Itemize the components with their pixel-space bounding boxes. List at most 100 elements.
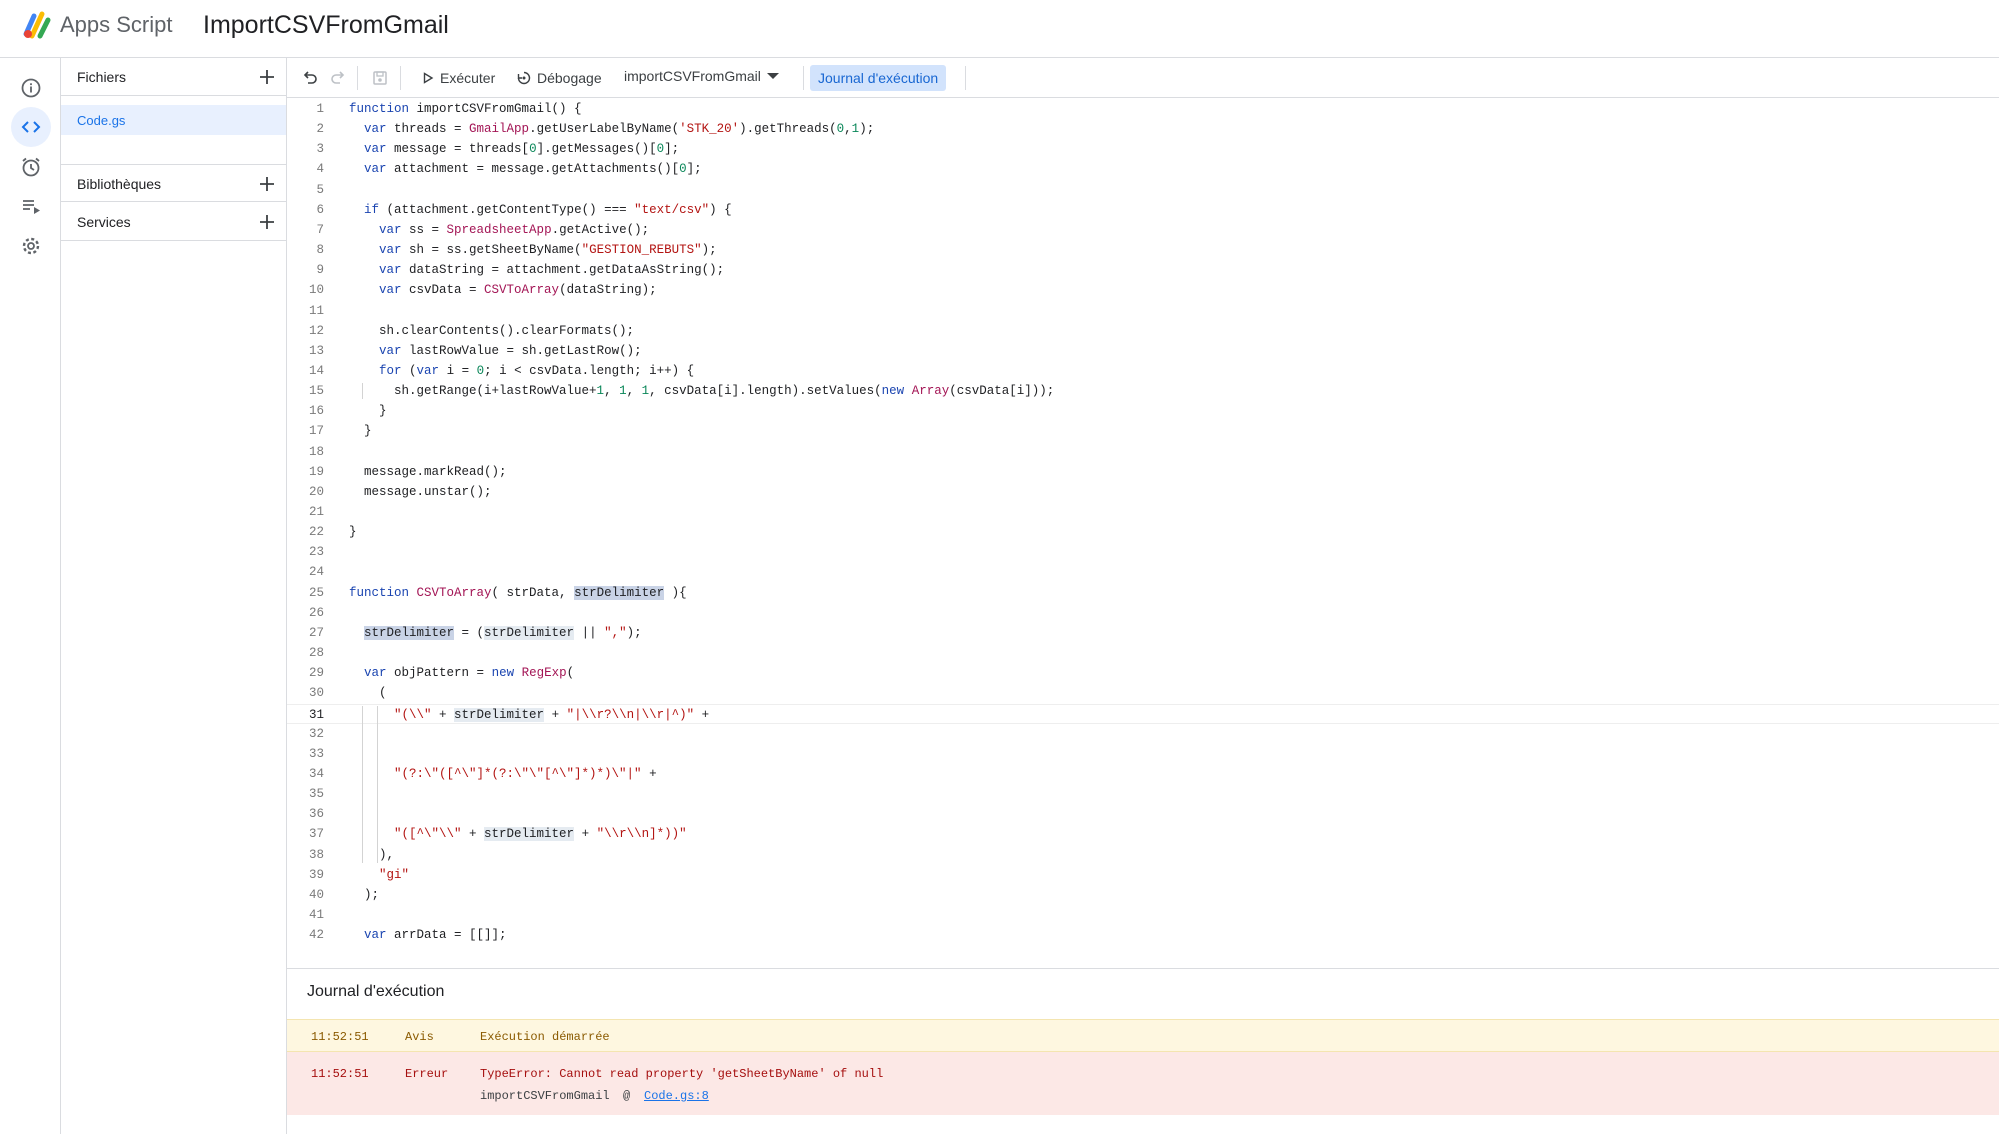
code-line[interactable]: 14 for (var i = 0; i < csvData.length; i… <box>287 361 1999 381</box>
log-entry: 11:52:51 Avis Exécution démarrée <box>287 1019 1999 1052</box>
code-line[interactable]: 33 <box>287 744 1999 764</box>
play-icon <box>423 72 434 84</box>
code-line[interactable]: 8 var sh = ss.getSheetByName("GESTION_RE… <box>287 240 1999 260</box>
code-line[interactable]: 32 <box>287 724 1999 744</box>
code-line[interactable]: 4 var attachment = message.getAttachment… <box>287 159 1999 179</box>
code-line[interactable]: 26 <box>287 603 1999 623</box>
code-line[interactable]: 24 <box>287 562 1999 582</box>
line-number: 11 <box>308 303 324 318</box>
run-button[interactable]: Exécuter <box>422 68 495 88</box>
line-number: 41 <box>308 908 324 922</box>
line-number: 36 <box>308 807 324 822</box>
executions-button[interactable] <box>11 186 51 226</box>
code-line[interactable]: 19 message.markRead(); <box>287 462 1999 482</box>
log-level: Avis <box>405 1030 434 1044</box>
line-number: 35 <box>308 787 324 802</box>
code-line[interactable]: 42 var arrData = [[]]; <box>287 925 1999 945</box>
code-line[interactable]: 38 ), <box>287 845 1999 865</box>
code-line[interactable]: 12 sh.clearContents().clearFormats(); <box>287 321 1999 341</box>
line-number: 2 <box>316 122 324 137</box>
add-library-icon[interactable] <box>256 173 278 195</box>
code-line[interactable]: 23 <box>287 542 1999 562</box>
redo-button[interactable] <box>327 67 349 89</box>
code-line[interactable]: 3 var message = threads[0].getMessages()… <box>287 139 1999 159</box>
files-label: Fichiers <box>77 69 127 85</box>
code-line[interactable]: 28 <box>287 643 1999 663</box>
undo-button[interactable] <box>299 67 321 89</box>
apps-script-logo-icon[interactable] <box>20 10 54 40</box>
overview-button[interactable] <box>11 68 51 108</box>
line-number: 40 <box>308 887 324 902</box>
save-icon <box>373 71 387 85</box>
code-line[interactable]: 13 var lastRowValue = sh.getLastRow(); <box>287 341 1999 361</box>
code-line[interactable]: 29 var objPattern = new RegExp( <box>287 663 1999 683</box>
code-line[interactable]: 41 <box>287 905 1999 925</box>
project-title[interactable]: ImportCSVFromGmail <box>203 11 449 40</box>
add-file-icon[interactable] <box>256 66 278 88</box>
code-line[interactable]: 37 "([^\"\\" + strDelimiter + "\\r\\n]*)… <box>287 824 1999 844</box>
code-line[interactable]: 9 var dataString = attachment.getDataAsS… <box>287 260 1999 280</box>
settings-icon <box>22 237 40 255</box>
stack-trace-link[interactable]: Code.gs:8 <box>644 1089 709 1103</box>
line-number: 38 <box>308 847 324 862</box>
code-text: "(?:\"([^\"]*(?:\"\"[^\"]*)*)\"|" + <box>394 766 657 781</box>
code-line[interactable]: 17 } <box>287 421 1999 441</box>
line-number: 30 <box>308 686 324 701</box>
code-line[interactable]: 7 var ss = SpreadsheetApp.getActive(); <box>287 220 1999 240</box>
code-line[interactable]: 2 var threads = GmailApp.getUserLabelByN… <box>287 119 1999 139</box>
triggers-button[interactable] <box>11 147 51 187</box>
code-line[interactable]: 35 <box>287 784 1999 804</box>
code-line[interactable]: 15 sh.getRange(i+lastRowValue+1, 1, 1, c… <box>287 381 1999 401</box>
line-number: 19 <box>308 464 324 479</box>
indent-guide <box>377 705 378 863</box>
code-line[interactable]: 39 "gi" <box>287 865 1999 885</box>
code-line[interactable]: 30 ( <box>287 683 1999 703</box>
code-line[interactable]: 21 <box>287 502 1999 522</box>
code-text: var csvData = CSVToArray(dataString); <box>379 283 657 298</box>
services-label: Services <box>77 214 131 230</box>
code-line[interactable]: 25 function CSVToArray( strData, strDelim… <box>287 583 1999 603</box>
code-line[interactable]: 10 var csvData = CSVToArray(dataString); <box>287 280 1999 300</box>
debug-label: Débogage <box>537 70 602 86</box>
editor-toolbar: Exécuter Débogage importCSVFromGmail Jou… <box>287 58 1999 98</box>
code-line[interactable]: 20 message.unstar(); <box>287 482 1999 502</box>
services-section-header: Services <box>61 203 286 241</box>
code-text: var dataString = attachment.getDataAsStr… <box>379 263 725 278</box>
code-line[interactable]: 16 } <box>287 401 1999 421</box>
execution-log-button[interactable]: Journal d'exécution <box>810 65 947 91</box>
clock-icon <box>22 157 40 177</box>
code-text: ); <box>349 887 380 902</box>
debug-button[interactable]: Débogage <box>517 68 602 88</box>
line-number: 1 <box>316 102 324 116</box>
code-line[interactable]: 5 <box>287 180 1999 200</box>
code-line[interactable]: 1 function importCSVFromGmail() { <box>287 99 1999 119</box>
line-number: 17 <box>308 424 324 439</box>
code-line[interactable]: 34 "(?:\"([^\"]*(?:\"\"[^\"]*)*)\"|" + <box>287 764 1999 784</box>
function-selector[interactable]: importCSVFromGmail <box>624 68 779 84</box>
code-line[interactable]: 18 <box>287 442 1999 462</box>
code-line[interactable]: 6 if (attachment.getContentType() === "t… <box>287 200 1999 220</box>
settings-button[interactable] <box>11 226 51 266</box>
code-line[interactable]: 27 strDelimiter = (strDelimiter || ","); <box>287 623 1999 643</box>
code-line[interactable]: 11 <box>287 301 1999 321</box>
code-line[interactable]: 36 <box>287 804 1999 824</box>
code-text: if (attachment.getContentType() === "tex… <box>364 202 732 217</box>
save-button[interactable] <box>369 67 391 89</box>
code-line[interactable]: 40 ); <box>287 885 1999 905</box>
libraries-section-header: Bibliothèques <box>61 164 286 202</box>
code-line[interactable]: 22} <box>287 522 1999 542</box>
code-line[interactable]: 31 "(\\" + strDelimiter + "|\\r?\\n|\\r|… <box>287 703 1999 724</box>
code-text: sh.clearContents().clearFormats(); <box>349 323 635 338</box>
executions-icon <box>23 200 40 214</box>
line-number: 24 <box>308 565 324 580</box>
code-text: var sh = ss.getSheetByName("GESTION_REBU… <box>379 243 717 258</box>
editor-button[interactable] <box>11 107 51 147</box>
add-service-icon[interactable] <box>256 211 278 233</box>
file-item-code-gs[interactable]: Code.gs <box>61 105 286 135</box>
indent-guide <box>362 705 363 863</box>
code-editor[interactable]: 1 function importCSVFromGmail() {2 var th… <box>287 99 1999 968</box>
line-number: 28 <box>308 646 324 661</box>
app-name[interactable]: Apps Script <box>60 12 173 38</box>
log-time: 11:52:51 <box>311 1030 369 1044</box>
code-text: strDelimiter = (strDelimiter || ","); <box>364 625 642 640</box>
